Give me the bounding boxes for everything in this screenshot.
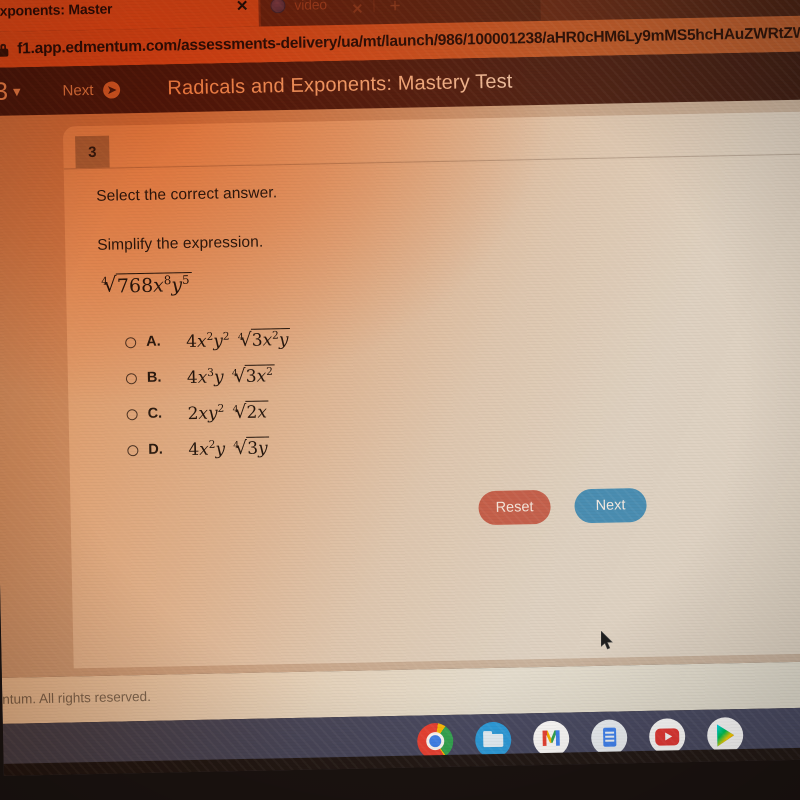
expression-display: 4√768x8y5	[98, 259, 800, 297]
question-body: Select the correct answer. Simplify the …	[96, 174, 800, 297]
option-expression: 2xy2 4√2x	[187, 400, 270, 424]
option-letter: A.	[146, 333, 161, 350]
action-buttons: Reset Next	[478, 487, 647, 526]
lock-icon	[0, 43, 9, 57]
tab-title: video	[294, 0, 328, 13]
answer-option-c[interactable]: C. 2xy2 4√2x	[126, 394, 292, 431]
close-icon[interactable]: ✕	[224, 0, 249, 15]
page-title: Radicals and Exponents: Mastery Test	[167, 69, 513, 99]
reset-button[interactable]: Reset	[478, 489, 551, 526]
gmail-glyph: M	[540, 726, 562, 751]
answer-option-a[interactable]: A. 4x2y2 4√3x2y	[125, 322, 291, 359]
next-button[interactable]: Next	[574, 487, 647, 524]
option-letter: C.	[147, 405, 163, 422]
answer-option-b[interactable]: B. 4x3y 4√3x2	[125, 358, 292, 395]
option-expression: 4x2y 4√3y	[188, 436, 270, 460]
answer-options-list: A. 4x2y2 4√3x2y B. 4x3y 4√3x2 C. 2xy2 4√…	[125, 322, 293, 469]
option-expression: 4x3y 4√3x2	[187, 364, 276, 388]
radicand-coefficient: 768	[116, 274, 154, 297]
video-favicon-icon	[270, 0, 286, 13]
tab-title: Exponents: Master	[0, 0, 113, 19]
answer-option-d[interactable]: D. 4x2y 4√3y	[127, 430, 293, 467]
radio-button[interactable]	[125, 336, 137, 348]
close-icon[interactable]: ✕	[351, 0, 363, 17]
instruction-text: Select the correct answer.	[96, 184, 278, 205]
radicand-term-base: x	[152, 274, 165, 297]
photographed-screen: Exponents: Master ✕ video ✕ + f1.app.edm…	[0, 0, 800, 800]
header-question-number[interactable]: 3	[0, 77, 8, 106]
question-card: 3 Select the correct answer. Simplify th…	[62, 111, 800, 669]
radio-button[interactable]	[125, 372, 138, 384]
radicand-term-base: y	[171, 273, 183, 296]
option-expression: 4x2y2 4√3x2y	[185, 328, 291, 352]
header-next-label[interactable]: Next	[62, 81, 93, 99]
copyright-text: ntum. All rights reserved.	[2, 688, 152, 707]
divider	[373, 0, 375, 13]
arrow-right-circle-icon[interactable]: ➤	[103, 80, 121, 99]
option-letter: D.	[148, 441, 163, 458]
radio-button[interactable]	[126, 408, 138, 420]
prompt-text: Simplify the expression.	[97, 233, 264, 254]
radio-button[interactable]	[127, 444, 139, 456]
new-tab-icon[interactable]: +	[389, 0, 401, 17]
option-letter: B.	[146, 369, 162, 386]
chevron-down-icon[interactable]: ▾	[13, 82, 21, 100]
divider	[63, 153, 800, 170]
question-number-badge: 3	[75, 135, 110, 169]
mouse-cursor	[601, 631, 613, 650]
radicand-term-exp: 5	[181, 272, 190, 287]
